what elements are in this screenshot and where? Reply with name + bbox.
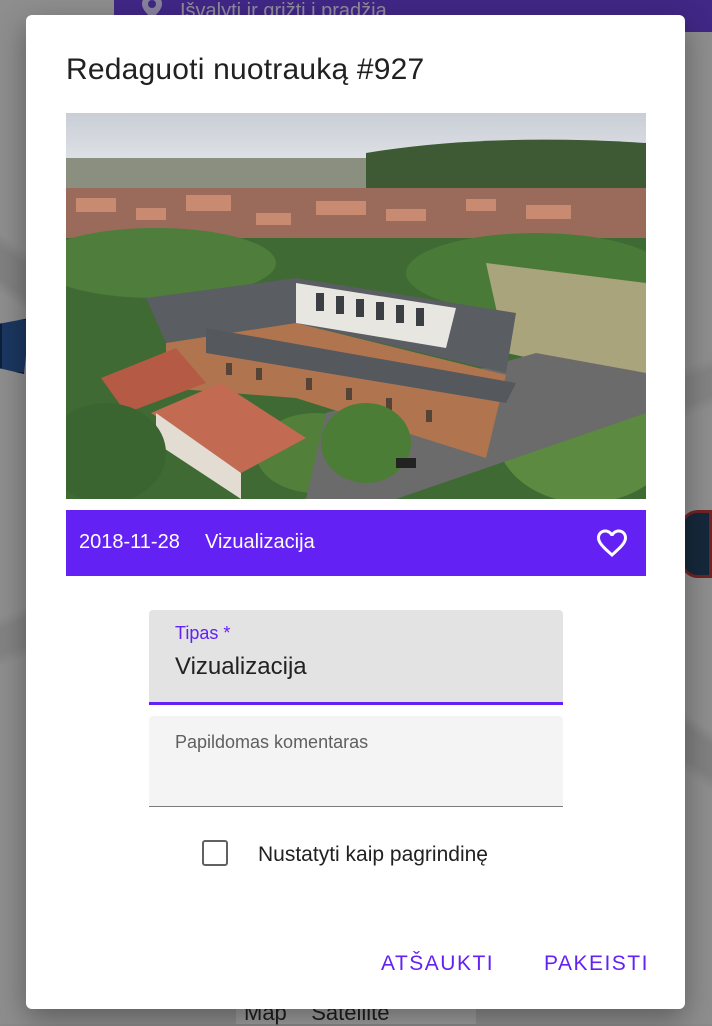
photo-date: 2018-11-28 [79, 531, 180, 553]
type-field-value: Vizualizacija [175, 653, 307, 680]
photo-caption-bar: 2018-11-28 Vizualizacija [66, 510, 646, 576]
dialog-title: Redaguoti nuotrauką #927 [66, 53, 425, 86]
type-select-field[interactable]: Tipas * Vizualizacija [149, 610, 563, 705]
comment-field-label: Papildomas komentaras [175, 732, 369, 752]
cancel-button[interactable]: ATŠAUKTI [381, 952, 494, 976]
edit-photo-dialog: Redaguoti nuotrauką #927 2018-11-28 Vizu… [26, 15, 685, 1009]
aerial-photo-image [66, 113, 646, 499]
photo-type: Vizualizacija [205, 531, 315, 553]
checkbox-icon[interactable] [202, 840, 228, 866]
photo-preview [66, 113, 646, 499]
save-button[interactable]: PAKEISTI [544, 952, 649, 976]
heart-icon[interactable] [594, 525, 630, 561]
type-field-label: Tipas * [175, 623, 231, 643]
comment-field[interactable]: Papildomas komentaras [149, 716, 563, 807]
main-photo-label: Nustatyti kaip pagrindinę [258, 843, 488, 866]
